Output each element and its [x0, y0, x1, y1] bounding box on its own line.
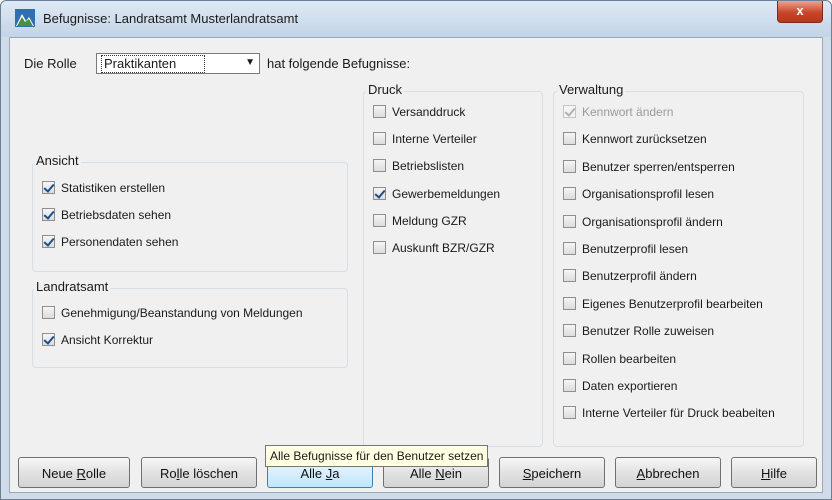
chevron-down-icon[interactable]: ▼	[245, 57, 255, 68]
checkbox[interactable]	[373, 105, 386, 118]
checkbox-label: Auskunft BZR/GZR	[392, 241, 495, 255]
title-bar[interactable]: Befugnisse: Landratsamt Musterlandratsam…	[1, 1, 831, 37]
checkbox[interactable]	[563, 324, 576, 337]
checkbox-label: Benutzer Rolle zuweisen	[582, 324, 715, 338]
checkbox-label: Rollen bearbeiten	[582, 352, 677, 366]
abbrechen-button[interactable]: Abbrechen	[615, 457, 721, 488]
window-title: Befugnisse: Landratsamt Musterlandratsam…	[43, 11, 299, 26]
checkbox-label: Betriebsdaten sehen	[61, 208, 172, 222]
checkbox-label: Benutzer sperren/entsperren	[582, 160, 735, 174]
neue-rolle-button[interactable]: Neue Rolle	[18, 457, 130, 488]
checkbox-label: Organisationsprofil ändern	[582, 215, 723, 229]
checkbox-label: Versanddruck	[392, 105, 466, 119]
checkbox-label: Personendaten sehen	[61, 235, 179, 249]
checkbox[interactable]	[563, 187, 576, 200]
checkbox-label: Genehmigung/Beanstandung von Meldungen	[61, 306, 303, 320]
checkbox[interactable]	[563, 160, 576, 173]
hilfe-button[interactable]: Hilfe	[731, 457, 817, 488]
checkbox[interactable]	[42, 181, 55, 194]
checkbox-label: Kennwort zurücksetzen	[582, 132, 707, 146]
checkbox[interactable]	[563, 242, 576, 255]
checkbox[interactable]	[563, 269, 576, 282]
checkbox-label: Benutzerprofil lesen	[582, 242, 689, 256]
checkbox-label: Statistiken erstellen	[61, 181, 166, 195]
checkbox-label: Betriebslisten	[392, 159, 465, 173]
role-select[interactable]: Praktikanten ▼	[96, 53, 260, 74]
checkbox-label: Interne Verteiler	[392, 132, 477, 146]
group-landratsamt	[32, 288, 348, 368]
checkbox[interactable]	[563, 215, 576, 228]
dialog-body: Die Rolle Praktikanten ▼ hat folgende Be…	[9, 37, 823, 493]
checkbox[interactable]	[42, 235, 55, 248]
checkbox[interactable]	[42, 208, 55, 221]
group-title-druck: Druck	[366, 82, 404, 97]
checkbox[interactable]	[42, 306, 55, 319]
speichern-button[interactable]: Speichern	[499, 457, 605, 488]
tooltip: Alle Befugnisse für den Benutzer setzen	[265, 445, 489, 467]
checkbox[interactable]	[373, 187, 386, 200]
checkbox-label: Kennwort ändern	[582, 105, 674, 119]
role-suffix-label: hat folgende Befugnisse:	[267, 56, 411, 71]
checkbox[interactable]	[373, 214, 386, 227]
checkbox[interactable]	[373, 132, 386, 145]
checkbox-label: Organisationsprofil lesen	[582, 187, 715, 201]
checkbox-label: Eigenes Benutzerprofil bearbeiten	[582, 297, 763, 311]
checkbox[interactable]	[563, 379, 576, 392]
checkbox[interactable]	[42, 333, 55, 346]
group-title-landratsamt: Landratsamt	[34, 279, 111, 294]
checkbox[interactable]	[563, 406, 576, 419]
role-select-value: Praktikanten	[101, 55, 206, 73]
checkbox	[563, 105, 576, 118]
close-button[interactable]: x	[777, 1, 823, 23]
checkbox-label: Ansicht Korrektur	[61, 333, 154, 347]
checkbox-label: Benutzerprofil ändern	[582, 269, 697, 283]
group-title-verwaltung: Verwaltung	[557, 82, 626, 97]
checkbox-label: Daten exportieren	[582, 379, 678, 393]
dialog-window: Befugnisse: Landratsamt Musterlandratsam…	[0, 0, 832, 500]
checkbox-label: Gewerbemeldungen	[392, 187, 501, 201]
checkbox[interactable]	[373, 241, 386, 254]
rolle-loeschen-button[interactable]: Rolle löschen	[141, 457, 257, 488]
checkbox[interactable]	[563, 352, 576, 365]
group-title-ansicht: Ansicht	[34, 153, 81, 168]
role-prefix-label: Die Rolle	[24, 56, 77, 71]
checkbox-label: Interne Verteiler für Druck beabeiten	[582, 406, 775, 420]
checkbox[interactable]	[563, 132, 576, 145]
app-icon	[15, 9, 35, 27]
checkbox[interactable]	[373, 159, 386, 172]
checkbox[interactable]	[563, 297, 576, 310]
checkbox-label: Meldung GZR	[392, 214, 467, 228]
